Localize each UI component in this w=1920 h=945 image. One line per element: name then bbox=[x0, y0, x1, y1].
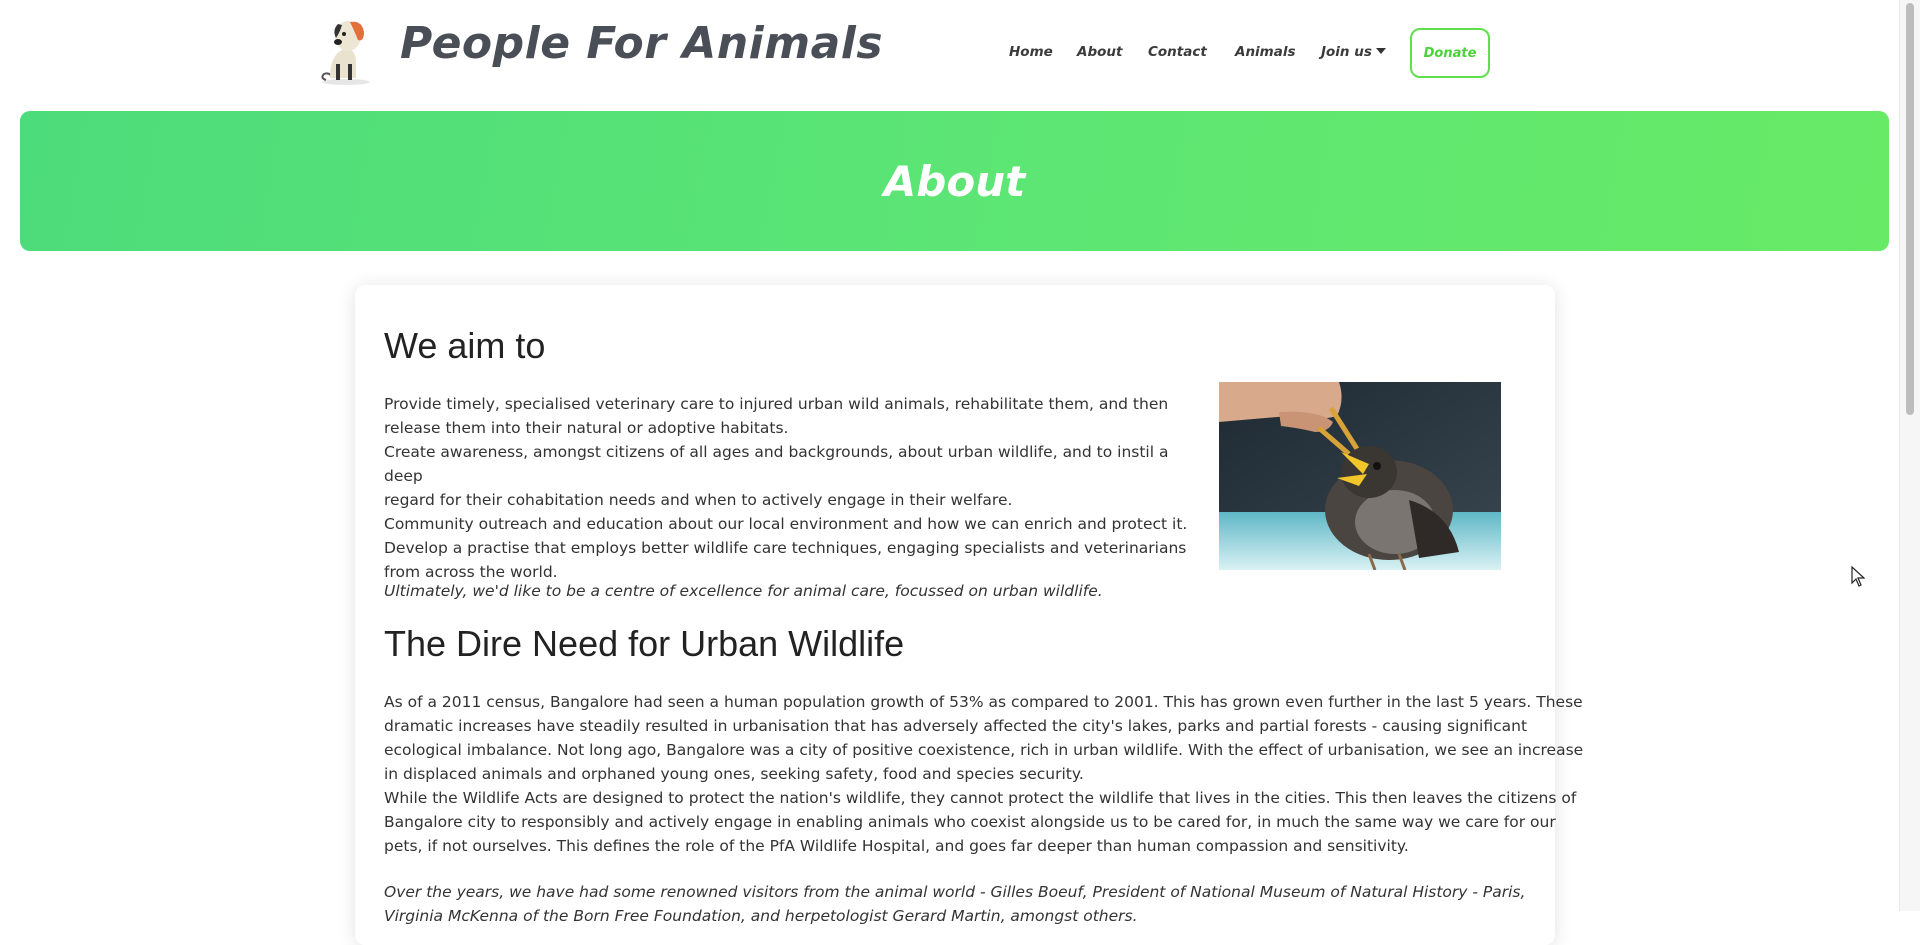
urban-wildlife-line: ecological imbalance. Not long ago, Bang… bbox=[384, 741, 1584, 759]
urban-wildlife-line: pets, if not ourselves. This defines the… bbox=[384, 837, 1409, 855]
page-title: About bbox=[883, 156, 1026, 206]
visitors-line: Over the years, we have had some renowne… bbox=[384, 883, 1526, 901]
urban-wildlife-line: As of a 2011 census, Bangalore had seen … bbox=[384, 693, 1583, 711]
page-scrollbar[interactable] bbox=[1899, 0, 1920, 911]
aims-line: Create awareness, amongst citizens of al… bbox=[384, 443, 1169, 485]
nav-animals[interactable]: Animals bbox=[1235, 44, 1296, 60]
site-header: People For Animals Home About Contact An… bbox=[0, 0, 1900, 110]
dog-logo-icon[interactable] bbox=[316, 16, 372, 86]
nav-about[interactable]: About bbox=[1077, 44, 1122, 60]
scrollbar-thumb[interactable] bbox=[1906, 3, 1914, 415]
hand-feeding-baby-bird-photo bbox=[1219, 382, 1501, 570]
urban-wildlife-text: As of a 2011 census, Bangalore had seen … bbox=[384, 690, 1584, 858]
aims-line: Provide timely, specialised veterinary c… bbox=[384, 395, 1169, 413]
aims-line: Develop a practise that employs better w… bbox=[384, 539, 1187, 557]
content-card: We aim to Provide timely, specialised ve… bbox=[355, 285, 1584, 945]
nav-join-us-label: Join us bbox=[1321, 44, 1372, 60]
urban-wildlife-line: While the Wildlife Acts are designed to … bbox=[384, 789, 1577, 807]
section-heading-urban-wildlife: The Dire Need for Urban Wildlife bbox=[384, 623, 905, 664]
aims-list: Provide timely, specialised veterinary c… bbox=[384, 392, 1194, 584]
urban-wildlife-line: Bangalore city to responsibly and active… bbox=[384, 813, 1556, 831]
aims-line: release them into their natural or adopt… bbox=[384, 419, 789, 437]
nav-contact[interactable]: Contact bbox=[1148, 44, 1207, 60]
mouse-pointer-icon bbox=[1851, 566, 1865, 587]
page-banner: About bbox=[20, 111, 1889, 251]
aims-line: regard for their cohabitation needs and … bbox=[384, 491, 1013, 509]
donate-button[interactable]: Donate bbox=[1410, 28, 1490, 78]
visitors-text: Over the years, we have had some renowne… bbox=[384, 880, 1554, 928]
aims-line: Community outreach and education about o… bbox=[384, 515, 1188, 533]
aims-closing: Ultimately, we'd like to be a centre of … bbox=[384, 582, 1103, 600]
visitors-line: Virginia McKenna of the Born Free Founda… bbox=[384, 907, 1138, 925]
nav-join-us[interactable]: Join us bbox=[1321, 44, 1386, 60]
urban-wildlife-line: dramatic increases have steadily resulte… bbox=[384, 717, 1528, 735]
urban-wildlife-line: in displaced animals and orphaned young … bbox=[384, 765, 1084, 783]
nav-home[interactable]: Home bbox=[1009, 44, 1053, 60]
brand-name[interactable]: People For Animals bbox=[400, 18, 883, 69]
caret-down-icon bbox=[1375, 48, 1386, 54]
section-heading-aims: We aim to bbox=[384, 325, 546, 366]
